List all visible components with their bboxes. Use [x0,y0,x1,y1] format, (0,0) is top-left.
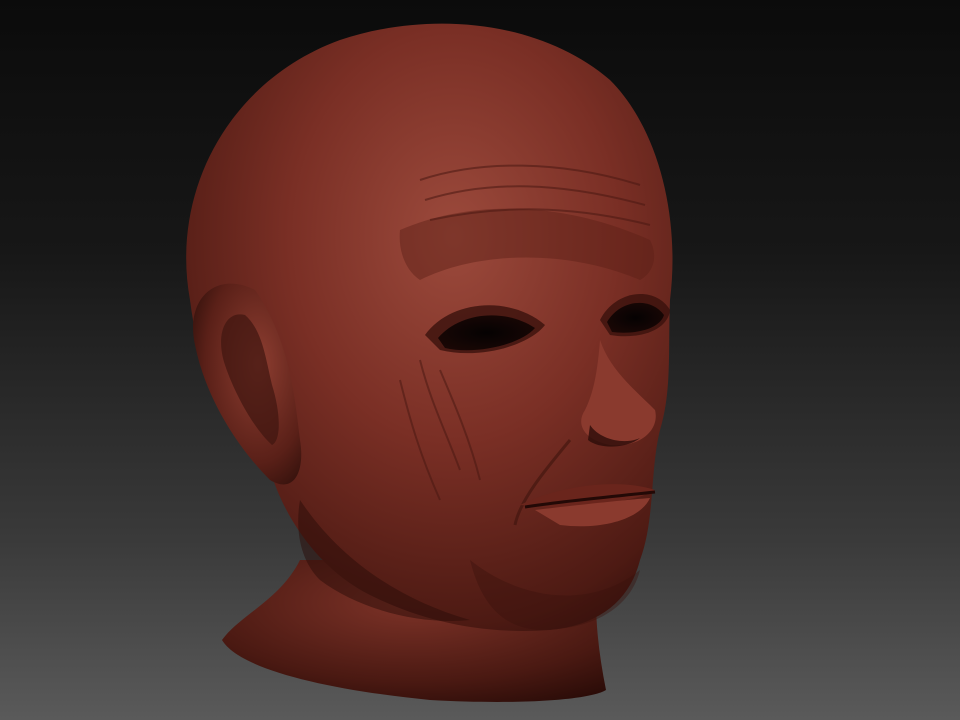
sculpt-viewport[interactable] [0,0,960,720]
head-model[interactable] [0,0,960,720]
